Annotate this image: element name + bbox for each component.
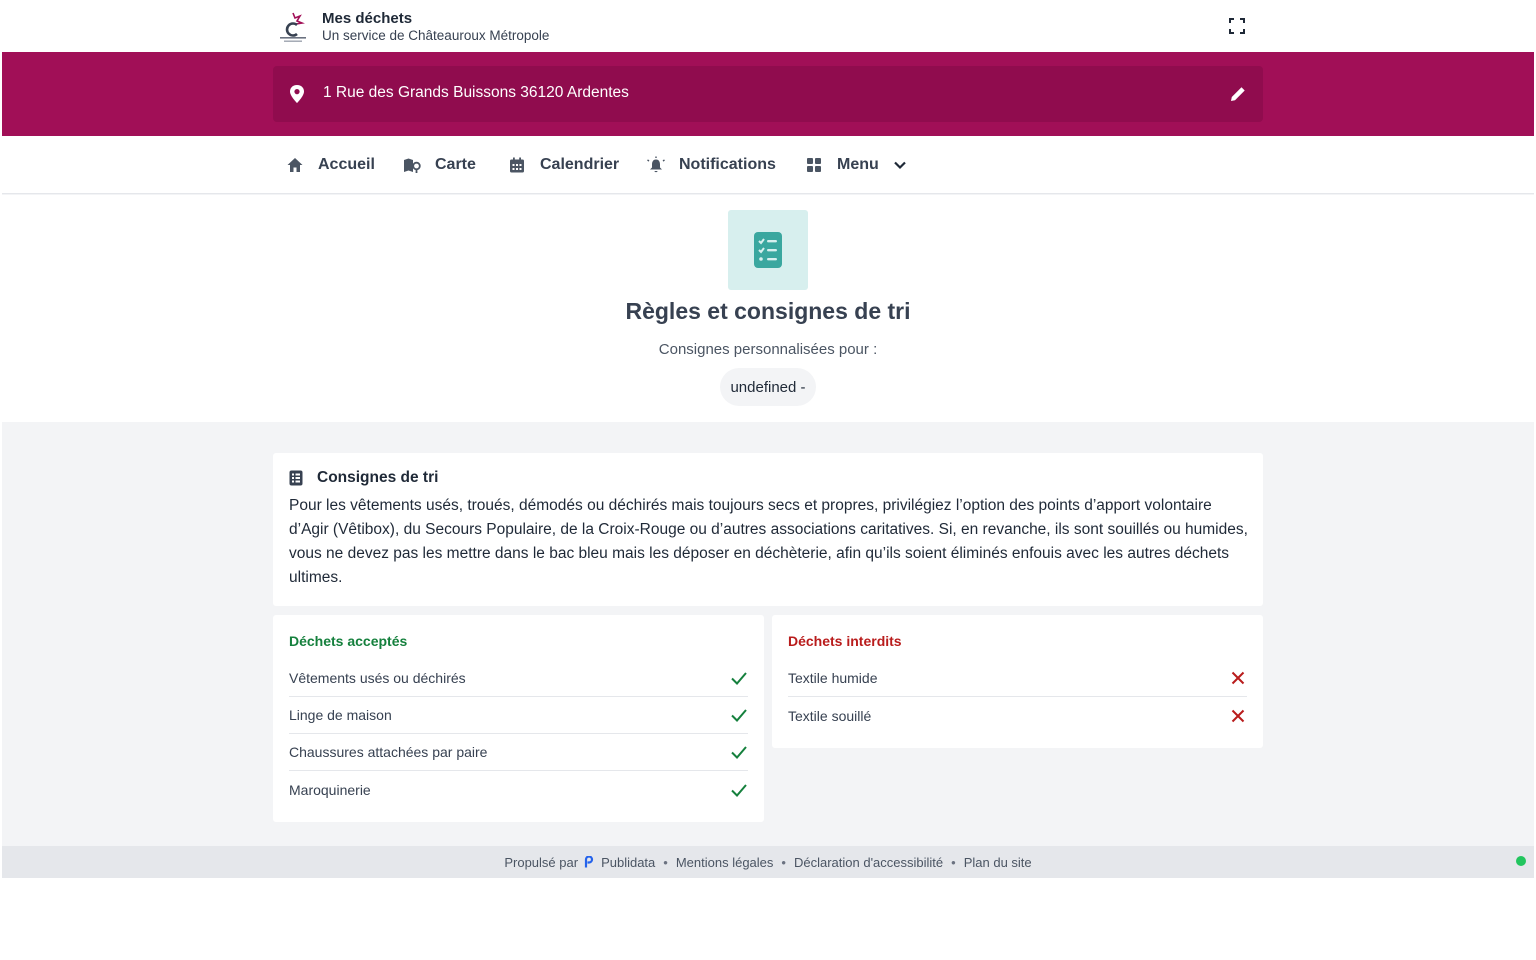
checklist-icon bbox=[754, 232, 782, 268]
check-icon bbox=[731, 672, 747, 685]
chevron-down-icon bbox=[894, 161, 906, 170]
page-subtitle: Consignes personnalisées pour : bbox=[658, 341, 878, 358]
list-item: Maroquinerie bbox=[289, 771, 748, 808]
list-item: Textile humide bbox=[788, 660, 1247, 697]
footer-separator: • bbox=[663, 854, 668, 870]
app-title: Mes déchets bbox=[322, 10, 413, 27]
address-text: 1 Rue des Grands Buissons 36120 Ardentes bbox=[323, 84, 629, 101]
item-label: Vêtements usés ou déchirés bbox=[289, 670, 466, 686]
bell-icon bbox=[647, 156, 665, 173]
calendar-icon bbox=[510, 157, 524, 173]
grid-icon bbox=[807, 158, 821, 172]
publidata-link[interactable]: Publidata bbox=[601, 855, 655, 870]
list-item: Vêtements usés ou déchirés bbox=[289, 660, 748, 697]
map-pin-icon bbox=[290, 85, 304, 103]
check-icon bbox=[731, 709, 747, 722]
home-icon bbox=[287, 158, 303, 172]
accepted-list: Vêtements usés ou déchirés Linge de mais… bbox=[289, 660, 748, 808]
consignes-heading: Consignes de tri bbox=[289, 469, 438, 487]
checklist-icon-tile bbox=[728, 210, 808, 290]
main-nav: Accueil Carte Calendrier Notifications M… bbox=[2, 136, 1534, 194]
nav-label: Calendrier bbox=[540, 156, 620, 173]
check-icon bbox=[731, 783, 747, 797]
item-label: Textile souillé bbox=[788, 707, 872, 724]
status-indicator bbox=[1516, 856, 1526, 866]
close-icon bbox=[1231, 671, 1245, 685]
item-label: Textile humide bbox=[788, 670, 878, 686]
footer-separator: • bbox=[951, 854, 956, 870]
fullscreen-icon[interactable] bbox=[1228, 17, 1246, 35]
consignes-card: Consignes de tri Pour les vêtements usés… bbox=[273, 453, 1263, 606]
nav-item-calendrier[interactable]: Calendrier bbox=[508, 136, 619, 194]
top-bar: Mes déchets Un service de Châteauroux Mé… bbox=[2, 2, 1534, 52]
footer: Propulsé par Publidata • Mentions légale… bbox=[2, 846, 1534, 878]
powered-by-text: Propulsé par bbox=[504, 854, 579, 870]
sitemap-link[interactable]: Plan du site bbox=[964, 855, 1032, 870]
item-label: Chaussures attachées par paire bbox=[289, 744, 488, 760]
nav-item-notifications[interactable]: Notifications bbox=[647, 136, 776, 194]
item-label: Maroquinerie bbox=[289, 781, 371, 798]
accessibility-link[interactable]: Déclaration d'accessibilité bbox=[794, 855, 943, 870]
list-item: Chaussures attachées par paire bbox=[289, 734, 748, 771]
nav-item-menu[interactable]: Menu bbox=[805, 136, 907, 194]
consignes-text: Pour les vêtements usés, troués, démodés… bbox=[289, 497, 1248, 586]
accepted-waste-card: Déchets acceptés Vêtements usés ou déchi… bbox=[273, 615, 764, 822]
close-icon bbox=[1231, 709, 1245, 722]
nav-label: Menu bbox=[837, 156, 879, 173]
footer-separator: • bbox=[781, 854, 786, 870]
target-tag: undefined - bbox=[720, 368, 816, 406]
nav-item-accueil[interactable]: Accueil bbox=[286, 136, 375, 194]
nav-label: Accueil bbox=[318, 156, 375, 173]
nav-label: Carte bbox=[435, 156, 476, 173]
receipt-list-icon bbox=[289, 470, 303, 486]
address-selector[interactable]: 1 Rue des Grands Buissons 36120 Ardentes bbox=[273, 66, 1263, 122]
app-frame: Mes déchets Un service de Châteauroux Mé… bbox=[2, 2, 1534, 878]
pencil-icon[interactable] bbox=[1229, 85, 1247, 103]
check-icon bbox=[731, 746, 747, 759]
accepted-title: Déchets acceptés bbox=[289, 633, 408, 649]
list-item: Textile souillé bbox=[788, 697, 1247, 734]
legal-notice-link[interactable]: Mentions légales bbox=[676, 855, 774, 870]
map-icon bbox=[404, 158, 421, 173]
address-band: 1 Rue des Grands Buissons 36120 Ardentes bbox=[2, 52, 1534, 136]
nav-label: Notifications bbox=[679, 156, 776, 173]
chateauroux-metropole-logo bbox=[280, 12, 306, 42]
nav-item-carte[interactable]: Carte bbox=[403, 136, 476, 194]
forbidden-title: Déchets interdits bbox=[788, 633, 902, 649]
forbidden-waste-card: Déchets interdits Textile humide Textile… bbox=[772, 615, 1263, 748]
page-header: Règles et consignes de tri Consignes per… bbox=[2, 195, 1534, 422]
list-item: Linge de maison bbox=[289, 697, 748, 734]
item-label: Linge de maison bbox=[289, 707, 392, 723]
publidata-logo-icon bbox=[584, 856, 594, 868]
page-title: Règles et consignes de tri bbox=[625, 298, 911, 324]
app-subtitle: Un service de Châteauroux Métropole bbox=[322, 28, 550, 43]
consignes-title: Consignes de tri bbox=[317, 469, 439, 486]
forbidden-list: Textile humide Textile souillé bbox=[788, 660, 1247, 734]
